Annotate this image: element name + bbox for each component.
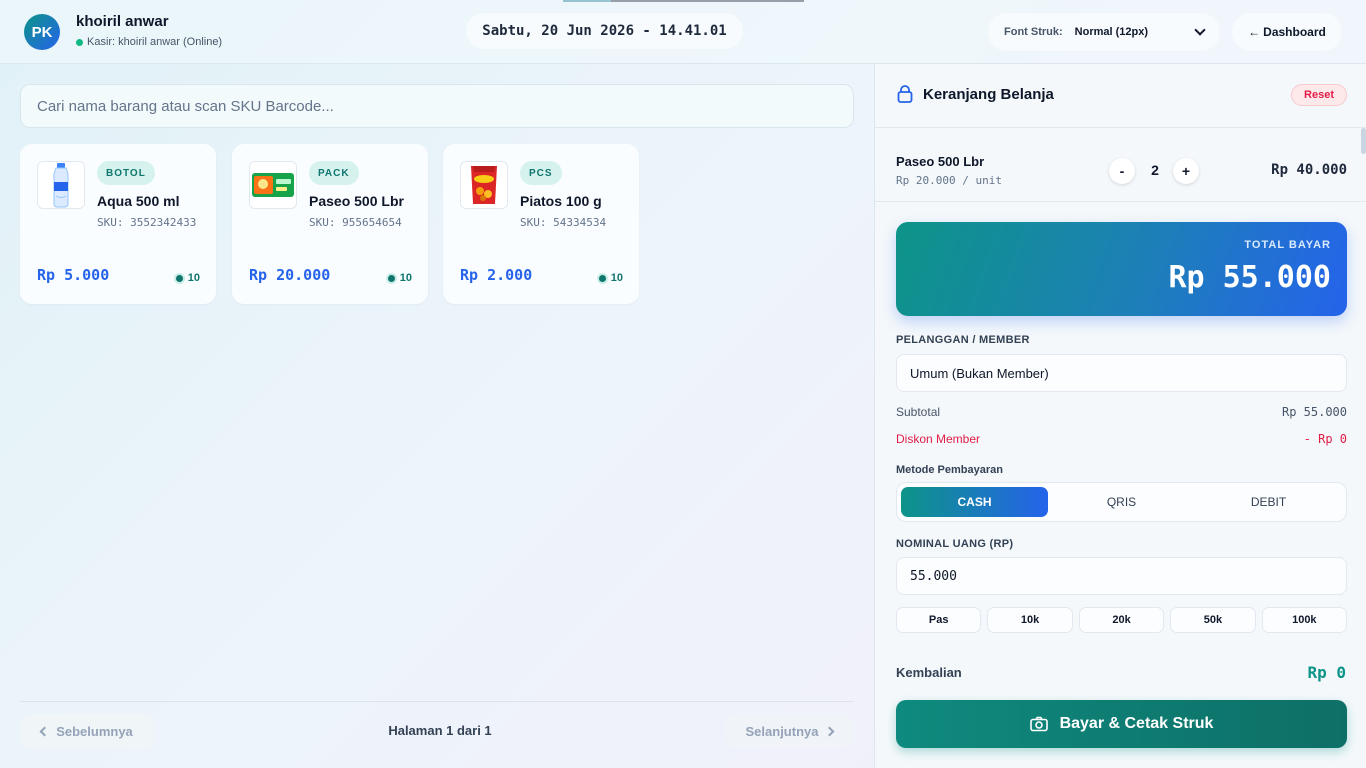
method-cash-button[interactable]: CASH xyxy=(901,487,1048,517)
product-price: Rp 2.000 xyxy=(460,266,533,284)
quick-amount-100k[interactable]: 100k xyxy=(1261,607,1348,633)
total-label: TOTAL BAYAR xyxy=(1244,239,1331,251)
cart-item-unit-price: Rp 20.000 / unit xyxy=(896,174,1002,187)
cart-item-total: Rp 40.000 xyxy=(1271,162,1347,178)
stock-indicator: 10 xyxy=(175,272,200,284)
reset-cart-button[interactable]: Reset xyxy=(1291,84,1347,106)
next-page-label: Selanjutnya xyxy=(745,723,819,739)
prev-page-label: Sebelumnya xyxy=(56,723,133,739)
cart-item-qty: 2 xyxy=(1151,162,1159,178)
top-header: PK khoiril anwar Kasir: khoiril anwar (O… xyxy=(0,0,1366,64)
dashboard-button-label: Dashboard xyxy=(1263,25,1326,39)
water-bottle-icon xyxy=(37,161,85,209)
product-sku: SKU: 3552342433 xyxy=(97,216,197,229)
stock-dot-icon xyxy=(387,274,395,282)
cart-panel: Keranjang Belanja Reset Paseo 500 Lbr Rp… xyxy=(874,64,1366,768)
user-status: Kasir: khoiril anwar (Online) xyxy=(76,36,222,48)
subtotal-row: Subtotal Rp 55.000 xyxy=(896,405,1347,419)
change-label: Kembalian xyxy=(896,665,962,680)
arrow-left-icon: ← xyxy=(1248,25,1261,39)
user-name: khoiril anwar xyxy=(76,13,169,30)
product-sku: SKU: 54334534 xyxy=(520,216,607,229)
method-qris-button[interactable]: QRIS xyxy=(1048,487,1195,517)
tissue-pack-icon xyxy=(249,161,297,209)
quick-amount-50k[interactable]: 50k xyxy=(1170,607,1256,633)
quick-amount-20k[interactable]: 20k xyxy=(1078,607,1165,633)
product-name: Paseo 500 Lbr xyxy=(309,193,404,209)
product-card[interactable]: BOTOL Aqua 500 ml SKU: 3552342433 Rp 5.0… xyxy=(20,144,216,304)
next-page-button[interactable]: Selanjutnya xyxy=(725,714,854,748)
chevron-down-icon xyxy=(1194,24,1206,36)
unit-badge: PCS xyxy=(520,161,562,185)
customer-select[interactable]: Umum (Bukan Member) xyxy=(896,354,1347,392)
stock-count: 10 xyxy=(399,272,412,284)
snack-bag-icon xyxy=(460,161,508,209)
decrease-qty-button[interactable]: - xyxy=(1109,158,1135,184)
discount-row: Diskon Member - Rp 0 xyxy=(896,432,1347,446)
chevron-right-icon xyxy=(825,726,835,736)
pay-print-label: Bayar & Cetak Struk xyxy=(1059,715,1214,732)
avatar: PK xyxy=(24,14,60,50)
product-card[interactable]: PACK Paseo 500 Lbr SKU: 955654654 Rp 20.… xyxy=(232,144,428,304)
stock-count: 10 xyxy=(610,272,623,284)
total-value: Rp 55.000 xyxy=(1168,260,1331,295)
stock-indicator: 10 xyxy=(598,272,623,284)
user-status-text: Kasir: khoiril anwar (Online) xyxy=(87,36,223,48)
pay-print-button[interactable]: Bayar & Cetak Struk xyxy=(896,700,1347,748)
cart-title: Keranjang Belanja xyxy=(923,86,1054,103)
cart-header: Keranjang Belanja Reset xyxy=(875,64,1366,128)
product-price: Rp 20.000 xyxy=(249,266,331,284)
discount-label: Diskon Member xyxy=(896,432,981,446)
stock-count: 10 xyxy=(187,272,200,284)
quick-amounts: Pas 10k 20k 50k 100k xyxy=(896,607,1348,633)
method-debit-button[interactable]: DEBIT xyxy=(1195,487,1342,517)
unit-badge: BOTOL xyxy=(97,161,155,185)
product-sku: SKU: 955654654 xyxy=(309,216,402,229)
cart-item-name: Paseo 500 Lbr xyxy=(896,154,985,169)
discount-value: - Rp 0 xyxy=(1303,432,1347,446)
stock-indicator: 10 xyxy=(387,272,412,284)
product-price: Rp 5.000 xyxy=(37,266,110,284)
stock-dot-icon xyxy=(598,274,606,282)
product-card[interactable]: PCS Piatos 100 g SKU: 54334534 Rp 2.000 … xyxy=(443,144,639,304)
unit-badge: PACK xyxy=(309,161,359,185)
datetime-display: Sabtu, 20 Jun 2026 - 14.41.01 xyxy=(466,13,743,49)
stock-dot-icon xyxy=(175,274,183,282)
cart-item: Paseo 500 Lbr Rp 20.000 / unit - 2 + Rp … xyxy=(875,128,1366,202)
quick-amount-exact[interactable]: Pas xyxy=(896,607,982,633)
nominal-label: NOMINAL UANG (RP) xyxy=(896,538,1014,550)
subtotal-label: Subtotal xyxy=(896,405,941,419)
font-size-select[interactable]: Font Struk: Normal (12px) xyxy=(988,13,1220,51)
nominal-input-value: 55.000 xyxy=(910,568,957,584)
subtotal-value: Rp 55.000 xyxy=(1281,405,1347,419)
search-input[interactable] xyxy=(37,97,837,115)
online-status-icon xyxy=(76,38,83,46)
search-bar xyxy=(20,84,854,128)
page-info: Halaman 1 dari 1 xyxy=(388,723,492,738)
nominal-input[interactable]: 55.000 xyxy=(896,557,1347,595)
increase-qty-button[interactable]: + xyxy=(1173,158,1199,184)
pagination-divider xyxy=(20,701,854,702)
font-select-value: Normal (12px) xyxy=(1074,26,1149,38)
chevron-left-icon xyxy=(39,726,50,736)
font-select-label: Font Struk: xyxy=(1004,26,1063,38)
camera-icon xyxy=(1029,716,1048,732)
quick-amount-10k[interactable]: 10k xyxy=(987,607,1073,633)
total-card: TOTAL BAYAR Rp 55.000 xyxy=(896,222,1347,316)
dashboard-button[interactable]: ← Dashboard xyxy=(1232,13,1342,51)
shopping-bag-icon xyxy=(897,85,913,103)
customer-label: PELANGGAN / MEMBER xyxy=(896,334,1030,346)
customer-select-value: Umum (Bukan Member) xyxy=(910,365,1049,381)
product-name: Aqua 500 ml xyxy=(97,193,180,209)
prev-page-button[interactable]: Sebelumnya xyxy=(20,714,154,748)
product-name: Piatos 100 g xyxy=(520,193,602,209)
payment-method-label: Metode Pembayaran xyxy=(896,464,1003,476)
payment-method-toggle: CASH QRIS DEBIT xyxy=(896,482,1347,522)
change-value: Rp 0 xyxy=(1307,663,1346,682)
